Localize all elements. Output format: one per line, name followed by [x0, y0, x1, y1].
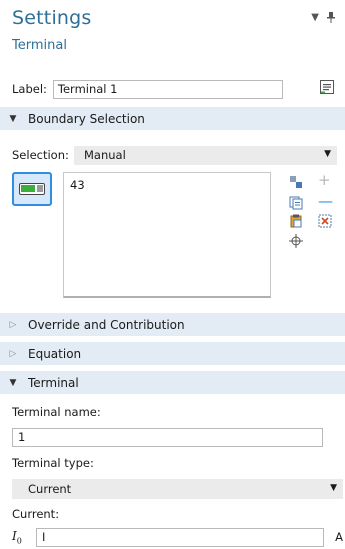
panel-title: Settings: [12, 7, 92, 29]
current-unit: A: [335, 530, 343, 544]
terminal-name-input[interactable]: 1: [12, 428, 323, 447]
list-item[interactable]: 43: [70, 178, 264, 192]
header-controls: ▼: [311, 12, 335, 26]
expand-arrow-icon: ▷: [9, 319, 17, 330]
pin-icon[interactable]: [327, 12, 335, 26]
selection-row: Selection: Manual ▼: [12, 145, 337, 165]
expand-arrow-icon: ▼: [9, 113, 17, 124]
paste-icon[interactable]: [289, 213, 303, 228]
expand-arrow-icon: ▼: [9, 377, 17, 388]
label-input[interactable]: Terminal 1: [52, 79, 283, 99]
current-row: I0 I A: [12, 527, 343, 547]
terminal-type-dropdown[interactable]: Current ▼: [12, 479, 343, 499]
terminal-type-label: Terminal type:: [12, 456, 94, 470]
panel-subtitle: Terminal: [12, 38, 67, 53]
toggle-switch-icon: [19, 183, 45, 195]
selection-label: Selection:: [12, 148, 69, 162]
current-input[interactable]: I: [35, 527, 325, 547]
clear-selection-icon[interactable]: [318, 213, 332, 228]
dropdown-arrow-icon[interactable]: ▼: [311, 12, 319, 26]
select-objects-icon[interactable]: [289, 174, 303, 188]
edit-label-icon[interactable]: [317, 77, 337, 97]
chevron-down-icon: ▼: [324, 148, 331, 159]
terminal-name-label: Terminal name:: [12, 405, 101, 419]
add-icon[interactable]: +: [318, 173, 332, 188]
current-label: Current:: [12, 507, 60, 521]
section-equation[interactable]: ▷ Equation: [0, 342, 345, 365]
selection-list[interactable]: 43: [63, 172, 271, 298]
remove-icon[interactable]: —: [318, 194, 333, 209]
expand-arrow-icon: ▷: [9, 348, 17, 359]
active-toggle-button[interactable]: [12, 172, 52, 206]
label-row: Label: Terminal 1: [12, 79, 337, 99]
section-override-and-contribution[interactable]: ▷ Override and Contribution: [0, 313, 345, 336]
zoom-to-selection-icon[interactable]: [289, 233, 303, 248]
chevron-down-icon: ▼: [330, 483, 337, 493]
label-caption: Label:: [12, 82, 47, 96]
copy-icon[interactable]: [289, 195, 303, 210]
current-symbol: I0: [12, 528, 22, 546]
selection-dropdown[interactable]: Manual ▼: [74, 145, 337, 165]
section-terminal[interactable]: ▼ Terminal: [0, 371, 345, 394]
section-boundary-selection[interactable]: ▼ Boundary Selection: [0, 107, 345, 130]
